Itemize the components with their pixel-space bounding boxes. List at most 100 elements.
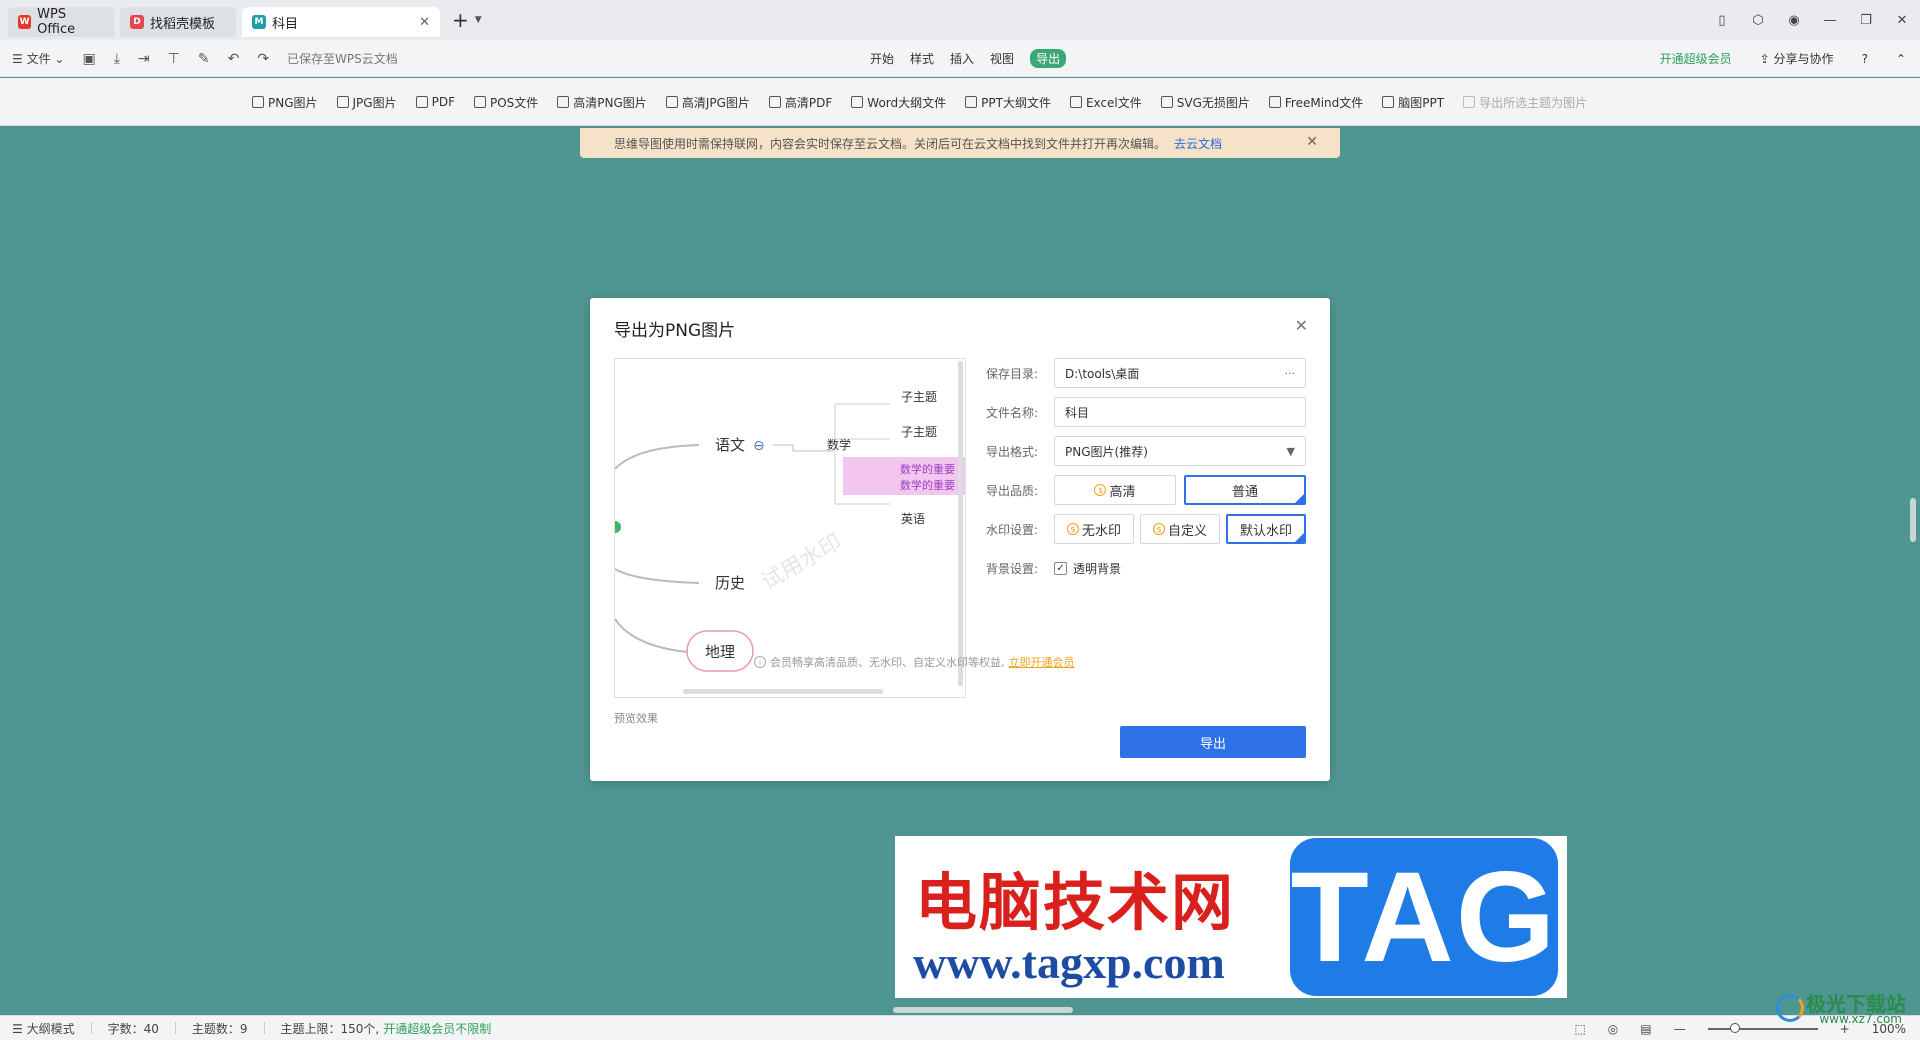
pen-icon[interactable]: ✎ [198, 51, 210, 67]
export-toolbar-item[interactable]: 高清JPG图片 [665, 94, 750, 111]
quality-hd-option[interactable]: $ 高清 [1054, 475, 1176, 505]
file-menu[interactable]: ☰ 文件 ⌄ [12, 50, 64, 67]
zoom-out-icon[interactable]: — [1674, 1022, 1686, 1036]
download-icon[interactable]: ⤓ [114, 51, 120, 67]
divider [90, 1022, 92, 1034]
export-toolbar-item[interactable]: PPT大纲文件 [965, 94, 1051, 111]
help-icon[interactable]: ? [1862, 52, 1868, 66]
export-toolbar-item: 导出所选主题为图片 [1463, 94, 1587, 111]
save-dir-input[interactable]: D:\tools\桌面 ··· [1054, 358, 1306, 388]
root-node [615, 521, 621, 533]
browse-button[interactable]: ··· [1285, 367, 1296, 380]
layout-icon[interactable]: ▯ [1704, 13, 1740, 28]
save-dir-label: 保存目录: [986, 366, 1039, 381]
vip-unlimited-link[interactable]: 开通超级会员不限制 [383, 1020, 491, 1037]
export-toolbar-item[interactable]: 高清PDF [768, 94, 833, 111]
tab-docer-templates[interactable]: D 找稻壳模板 [120, 7, 236, 37]
export-format-icon [1463, 96, 1476, 108]
quality-normal-label: 普通 [1231, 484, 1258, 500]
export-toolbar-item[interactable]: PNG图片 [252, 94, 318, 111]
save-status: 已保存至WPS云文档 [287, 52, 398, 66]
export-toolbar-item[interactable]: JPG图片 [336, 94, 397, 111]
export-toolbar-item[interactable]: 高清PNG图片 [557, 94, 647, 111]
close-window-icon[interactable]: ✕ [1884, 13, 1920, 28]
export-png-dialog: 导出为PNG图片 ✕ 试用水印 语文 ⊖ 数学 子主题 子主题 数学的重要 数学… [590, 298, 1330, 781]
member-note-text: 会员畅享高清品质、无水印、自定义水印等权益, [770, 656, 1005, 669]
export-toolbar-item[interactable]: SVG无损图片 [1160, 94, 1250, 111]
watermark-label: 水印设置: [986, 522, 1039, 537]
horizontal-scrollbar[interactable] [893, 1007, 1073, 1013]
watermark-custom-option[interactable]: $ 自定义 [1140, 514, 1220, 544]
menu-start[interactable]: 开始 [870, 50, 894, 67]
wps-logo-icon: W [18, 15, 32, 29]
export-format-icon [252, 96, 264, 108]
menu-insert[interactable]: 插入 [950, 50, 974, 67]
close-tab-icon[interactable]: ✕ [419, 15, 430, 30]
format-select[interactable]: PNG图片(推荐) ▼ [1054, 436, 1306, 466]
quality-row: 导出品质: $ 高清 普通 [986, 475, 1306, 505]
transparent-bg-checkbox[interactable]: ✓ 透明背景 [1054, 560, 1121, 577]
import-icon[interactable]: ⇥ [138, 51, 150, 67]
cloud-docs-link[interactable]: 去云文档 [1174, 135, 1222, 152]
export-toolbar-item[interactable]: PDF [415, 95, 455, 109]
dialog-title: 导出为PNG图片 [614, 321, 736, 341]
menu-view[interactable]: 视图 [990, 50, 1014, 67]
format-painter-icon[interactable]: ⊤ [168, 51, 180, 67]
preview-panel: 试用水印 语文 ⊖ 数学 子主题 子主题 数学的重要 数学的重要 英语 历史 地… [614, 358, 966, 698]
undo-icon[interactable]: ↶ [228, 51, 240, 67]
collapse-icon[interactable]: ⌃ [1896, 52, 1906, 66]
banner-url: www.tagxp.com [913, 937, 1225, 988]
menu-export[interactable]: 导出 [1030, 49, 1067, 68]
branch-line [615, 618, 700, 654]
export-toolbar-item[interactable]: 脑图PPT [1382, 94, 1444, 111]
close-notice-icon[interactable]: ✕ [1306, 134, 1318, 150]
select-icon[interactable]: ⬚ [1574, 1022, 1585, 1036]
background-label: 背景设置: [986, 561, 1039, 576]
vip-coin-icon: $ [1094, 484, 1107, 496]
tag-logo: TAG [1290, 838, 1558, 996]
outline-mode-button[interactable]: ☰ 大纲模式 [12, 1020, 75, 1037]
link-icon: ⊖ [753, 438, 765, 454]
redo-icon[interactable]: ↷ [257, 51, 269, 67]
quality-normal-option[interactable]: 普通 [1184, 475, 1306, 505]
tab-wps-office[interactable]: W WPS Office [8, 7, 114, 37]
export-toolbar-item-label: FreeMind文件 [1284, 95, 1364, 110]
file-menu-label: 文件 [26, 52, 51, 66]
filename-input[interactable]: 科目 [1054, 397, 1306, 427]
divider [174, 1022, 176, 1034]
divider [263, 1022, 265, 1034]
save-icon[interactable]: ▣ [82, 51, 95, 67]
word-count: 字数：40 [107, 1021, 159, 1036]
preview-horizontal-scrollbar[interactable] [683, 689, 883, 694]
export-toolbar-item[interactable]: POS文件 [473, 94, 538, 111]
new-tab-icon[interactable]: + [452, 8, 469, 32]
tab-mindmap-subjects[interactable]: M 科目 ✕ [242, 7, 440, 37]
watermark-none-option[interactable]: $ 无水印 [1054, 514, 1134, 544]
export-toolbar-item-label: 高清PDF [784, 95, 833, 110]
chevron-down-icon[interactable]: ▼ [475, 15, 482, 25]
export-toolbar-item[interactable]: Word大纲文件 [851, 94, 946, 111]
map-icon[interactable]: ▤ [1640, 1022, 1651, 1036]
watermark-default-option[interactable]: 默认水印 [1226, 514, 1306, 544]
cube-icon[interactable]: ⬡ [1740, 13, 1776, 28]
export-button[interactable]: 导出 [1120, 726, 1306, 758]
node-highlight-2: 数学的重要 [900, 478, 955, 492]
export-toolbar-item-label: PDF [431, 95, 455, 109]
avatar[interactable]: ◉ [1776, 13, 1812, 28]
preview-vertical-scrollbar[interactable] [958, 361, 963, 686]
export-toolbar-item[interactable]: Excel文件 [1069, 94, 1142, 111]
share-button[interactable]: ⇪ 分享与协作 [1760, 50, 1834, 67]
scroll-thumb[interactable] [1910, 498, 1916, 542]
close-dialog-icon[interactable]: ✕ [1295, 316, 1308, 335]
open-membership-link[interactable]: 立即开通会员 [1009, 654, 1075, 670]
export-toolbar-item[interactable]: FreeMind文件 [1268, 94, 1364, 111]
vip-link[interactable]: 开通超级会员 [1660, 50, 1732, 67]
restore-icon[interactable]: ❐ [1848, 13, 1884, 28]
locate-icon[interactable]: ◎ [1608, 1022, 1618, 1036]
zoom-slider-knob[interactable] [1729, 1022, 1740, 1033]
vertical-scrollbar[interactable] [1906, 126, 1920, 1006]
node-history: 历史 [715, 574, 745, 592]
filename-label: 文件名称: [986, 405, 1039, 420]
menu-style[interactable]: 样式 [910, 50, 934, 67]
minimize-icon[interactable]: — [1812, 13, 1848, 28]
